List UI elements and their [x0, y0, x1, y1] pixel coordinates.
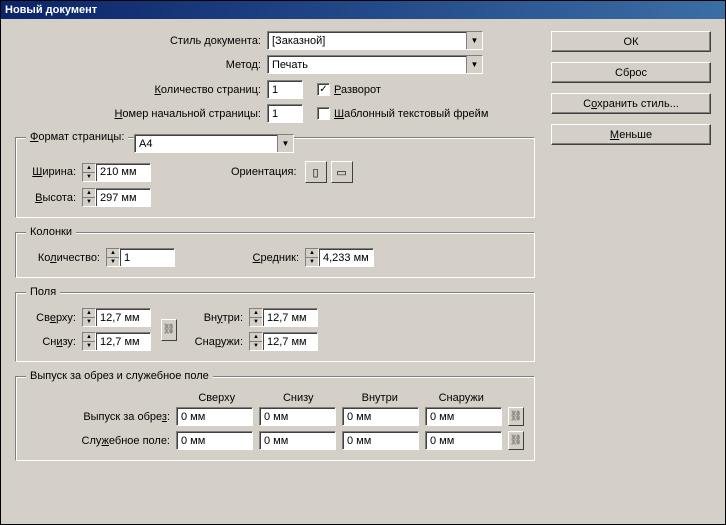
margin-outside-spinner[interactable]: ▲▼ 12,7 мм	[249, 332, 318, 351]
height-value: 297 мм	[100, 192, 137, 204]
save-style-button[interactable]: Сохранить стиль...	[551, 93, 711, 114]
pages-input[interactable]: 1	[267, 80, 303, 99]
start-page-input[interactable]: 1	[267, 104, 303, 123]
orientation-label: Ориентация:	[231, 166, 297, 178]
method-select[interactable]: Печать ▼	[267, 55, 483, 74]
margin-outside-value: 12,7 мм	[267, 336, 307, 348]
slug-label: Служебное поле:	[26, 435, 176, 447]
margin-top-spinner[interactable]: ▲▼ 12,7 мм	[82, 308, 151, 327]
window-title: Новый документ	[5, 4, 97, 16]
doc-style-label: Стиль документа:	[15, 35, 267, 47]
page-format-select[interactable]: A4 ▼	[134, 134, 294, 153]
hdr-bottom: Снизу	[258, 392, 340, 404]
ok-button[interactable]: ОК	[551, 31, 711, 52]
margin-bottom-label: Снизу:	[26, 336, 82, 348]
start-page-value: 1	[272, 108, 278, 120]
pages-label: Количество страниц:	[15, 84, 267, 96]
margin-inside-value: 12,7 мм	[267, 312, 307, 324]
margin-bottom-value: 12,7 мм	[100, 336, 140, 348]
margin-bottom-spinner[interactable]: ▲▼ 12,7 мм	[82, 332, 151, 351]
height-spinner[interactable]: ▲▼ 297 мм	[82, 188, 151, 207]
columns-group: Колонки Количество: ▲▼ 1 Средник: ▲▼ 4,2…	[15, 226, 535, 278]
slug-bottom-input[interactable]: 0 мм	[259, 431, 336, 450]
margin-outside-label: Снаружи:	[187, 336, 249, 348]
orientation-portrait-icon[interactable]: ▯	[305, 161, 327, 183]
hdr-outside: Снаружи	[421, 392, 503, 404]
link-slug-icon[interactable]: ⛓	[508, 431, 524, 450]
width-value: 210 мм	[100, 166, 137, 178]
columns-legend: Колонки	[26, 226, 76, 238]
bleed-label: Выпуск за обрез:	[26, 411, 176, 423]
columns-count-spinner[interactable]: ▲▼ 1	[106, 248, 175, 267]
orientation-landscape-icon[interactable]: ▭	[331, 161, 353, 183]
bleed-slug-legend: Выпуск за обрез и служебное поле	[26, 370, 213, 382]
chevron-down-icon[interactable]: ▼	[466, 32, 482, 49]
bleed-outside-input[interactable]: 0 мм	[425, 407, 502, 426]
page-format-legend: Формат страницы:	[26, 131, 128, 143]
margin-top-value: 12,7 мм	[100, 312, 140, 324]
width-label: Ширина:	[26, 166, 82, 178]
margin-top-label: Сверху:	[26, 312, 82, 324]
hdr-top: Сверху	[176, 392, 258, 404]
columns-count-value: 1	[124, 252, 130, 264]
reset-button[interactable]: Сброс	[551, 62, 711, 83]
pages-value: 1	[272, 84, 278, 96]
chevron-down-icon[interactable]: ▼	[466, 56, 482, 73]
columns-count-label: Количество:	[26, 252, 106, 264]
margins-group: Поля Сверху: ▲▼ 12,7 мм Снизу: ▲▼	[15, 286, 535, 362]
hdr-inside: Внутри	[339, 392, 421, 404]
bleed-top-input[interactable]: 0 мм	[176, 407, 253, 426]
gutter-label: Средник:	[245, 252, 305, 264]
doc-style-value: [Заказной]	[272, 35, 325, 47]
margin-inside-label: Внутри:	[187, 312, 249, 324]
method-value: Печать	[272, 59, 308, 71]
margin-inside-spinner[interactable]: ▲▼ 12,7 мм	[249, 308, 318, 327]
link-bleed-icon[interactable]: ⛓	[508, 407, 524, 426]
spread-checkbox[interactable]: ✓	[317, 83, 330, 96]
margins-legend: Поля	[26, 286, 60, 298]
chevron-down-icon[interactable]: ▼	[277, 135, 293, 152]
width-spinner[interactable]: ▲▼ 210 мм	[82, 163, 151, 182]
spread-label: Разворот	[334, 84, 381, 96]
bleed-inside-input[interactable]: 0 мм	[342, 407, 419, 426]
master-frame-label: Шаблонный текстовый фрейм	[334, 108, 488, 120]
master-frame-checkbox[interactable]	[317, 107, 330, 120]
slug-inside-input[interactable]: 0 мм	[342, 431, 419, 450]
doc-style-select[interactable]: [Заказной] ▼	[267, 31, 483, 50]
gutter-value: 4,233 мм	[323, 252, 369, 264]
less-button[interactable]: Меньше	[551, 124, 711, 145]
bleed-slug-group: Выпуск за обрез и служебное поле Сверху …	[15, 370, 535, 461]
method-label: Метод:	[15, 59, 267, 71]
page-format-group: Формат страницы: A4 ▼ Ширина: ▲▼ 210 мм …	[15, 131, 535, 218]
gutter-spinner[interactable]: ▲▼ 4,233 мм	[305, 248, 374, 267]
bleed-bottom-input[interactable]: 0 мм	[259, 407, 336, 426]
page-format-value: A4	[139, 138, 152, 150]
link-margins-icon[interactable]: ⛓	[161, 319, 177, 341]
slug-top-input[interactable]: 0 мм	[176, 431, 253, 450]
window-titlebar: Новый документ	[1, 1, 725, 19]
height-label: Высота:	[26, 192, 82, 204]
slug-outside-input[interactable]: 0 мм	[425, 431, 502, 450]
start-page-label: Номер начальной страницы:	[15, 108, 267, 120]
